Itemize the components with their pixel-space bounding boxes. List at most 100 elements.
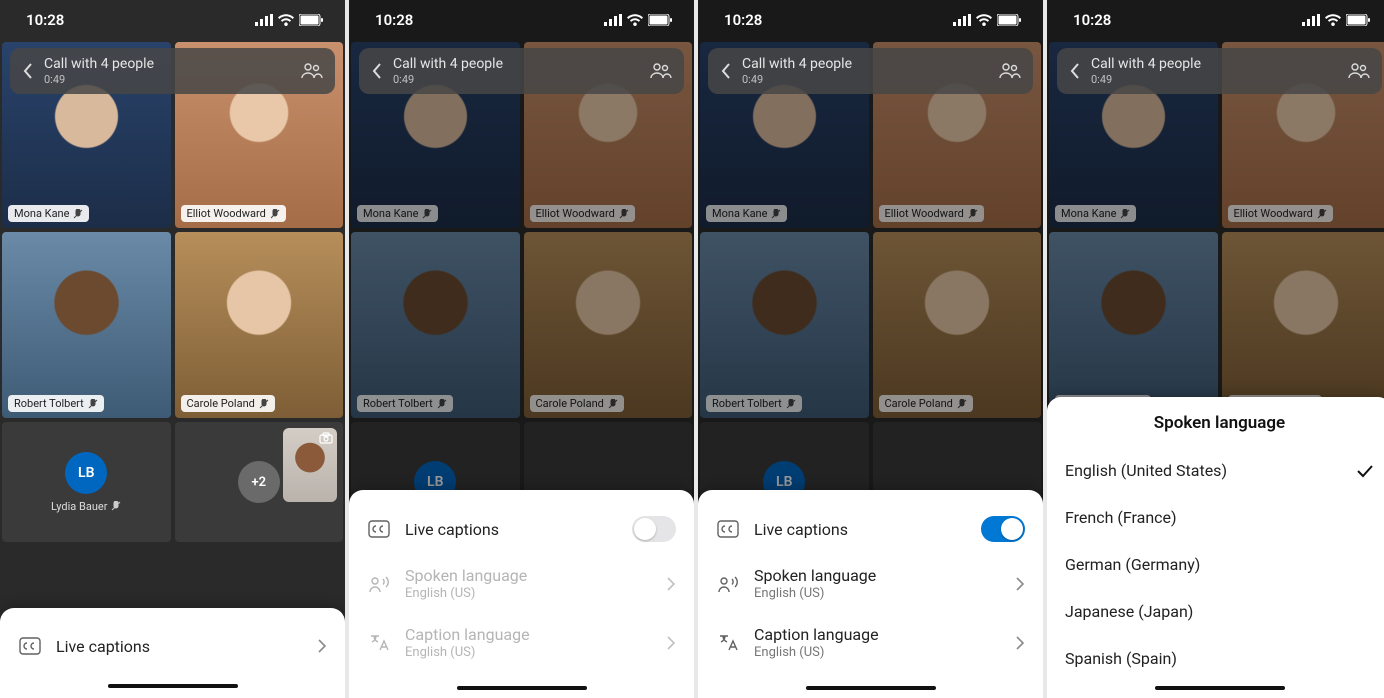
- people-icon[interactable]: [650, 62, 672, 80]
- spoken-language-sheet: Spoken language English (United States) …: [1047, 397, 1384, 698]
- participant-badge: Elliot Woodward: [181, 205, 286, 222]
- call-duration: 0:49: [1091, 73, 1348, 86]
- mic-off-icon: [786, 399, 796, 409]
- participant-name: Lydia Bauer: [51, 500, 107, 513]
- mic-off-icon: [608, 399, 618, 409]
- call-header: Call with 4 people 0:49: [10, 48, 335, 94]
- caption-language-row[interactable]: Caption language English (US): [698, 613, 1043, 672]
- screen-captions-settings-on: 10:28 Call with 4 people 0:49 Mona Kane …: [698, 0, 1043, 698]
- spoken-language-label: Spoken language: [405, 566, 652, 585]
- participant-badge: Carole Poland: [879, 395, 973, 412]
- spoken-language-row[interactable]: Spoken language English (US): [698, 554, 1043, 613]
- signal-icon: [255, 14, 273, 26]
- participant-badge: Mona Kane: [357, 205, 438, 222]
- participant-badge: Mona Kane: [1055, 205, 1136, 222]
- signal-icon: [1302, 14, 1320, 26]
- translate-icon: [717, 633, 739, 653]
- clock-time: 10:28: [375, 11, 413, 29]
- mic-off-icon: [259, 399, 269, 409]
- battery-icon: [1346, 14, 1370, 26]
- people-icon[interactable]: [1348, 62, 1370, 80]
- live-captions-toggle-row[interactable]: Live captions: [698, 504, 1043, 554]
- audio-tile[interactable]: LB Lydia Bauer: [2, 422, 171, 542]
- live-captions-row[interactable]: Live captions: [0, 622, 345, 670]
- language-option-japanese[interactable]: Japanese (Japan): [1047, 588, 1384, 635]
- video-tile[interactable]: Carole Poland: [524, 232, 693, 418]
- participant-badge: Mona Kane: [706, 205, 787, 222]
- language-label: Spanish (Spain): [1065, 649, 1177, 668]
- signal-icon: [604, 14, 622, 26]
- home-indicator: [806, 686, 936, 690]
- call-header: Call with 4 people 0:49: [359, 48, 684, 94]
- battery-icon: [997, 14, 1021, 26]
- participant-badge: Robert Tolbert: [706, 395, 802, 412]
- mic-off-icon: [771, 209, 781, 219]
- participant-badge: Mona Kane: [8, 205, 89, 222]
- spoken-language-value: English (US): [405, 586, 652, 601]
- mic-off-icon: [1120, 209, 1130, 219]
- self-preview[interactable]: [283, 428, 337, 502]
- back-icon[interactable]: [22, 62, 34, 80]
- live-captions-label: Live captions: [405, 520, 618, 539]
- chevron-right-icon: [317, 638, 327, 654]
- home-indicator: [108, 684, 238, 688]
- wifi-icon: [627, 14, 643, 26]
- language-label: Japanese (Japan): [1065, 602, 1193, 621]
- spoken-language-value: English (US): [754, 586, 1001, 601]
- battery-icon: [299, 14, 323, 26]
- language-option-french[interactable]: French (France): [1047, 494, 1384, 541]
- home-indicator: [1155, 686, 1285, 690]
- mic-off-icon: [73, 209, 83, 219]
- video-tile[interactable]: Carole Poland: [175, 232, 344, 418]
- signal-icon: [953, 14, 971, 26]
- people-icon[interactable]: [999, 62, 1021, 80]
- language-option-german[interactable]: German (Germany): [1047, 541, 1384, 588]
- chevron-right-icon: [666, 576, 676, 592]
- call-title: Call with 4 people: [1091, 56, 1348, 73]
- language-option-english-us[interactable]: English (United States): [1047, 447, 1384, 494]
- caption-language-value: English (US): [754, 645, 1001, 660]
- cc-icon: [19, 637, 41, 655]
- mic-off-icon: [422, 209, 432, 219]
- call-title: Call with 4 people: [742, 56, 999, 73]
- back-icon[interactable]: [1069, 62, 1081, 80]
- video-tile[interactable]: Robert Tolbert: [1049, 232, 1218, 418]
- mic-off-icon: [88, 399, 98, 409]
- caption-language-value: English (US): [405, 645, 652, 660]
- live-captions-label: Live captions: [754, 520, 967, 539]
- captions-settings-sheet: Live captions Spoken language English (U…: [349, 490, 694, 698]
- participant-badge: Robert Tolbert: [357, 395, 453, 412]
- participant-badge: Elliot Woodward: [1228, 205, 1333, 222]
- mic-off-icon: [111, 501, 121, 511]
- live-captions-label: Live captions: [56, 637, 303, 656]
- video-tile[interactable]: Carole Poland: [873, 232, 1042, 418]
- video-tile[interactable]: Robert Tolbert: [351, 232, 520, 418]
- camera-icon: [319, 432, 333, 444]
- back-icon[interactable]: [720, 62, 732, 80]
- chevron-right-icon: [1015, 635, 1025, 651]
- speaking-icon: [368, 574, 390, 594]
- overflow-tile[interactable]: +2: [175, 422, 344, 542]
- people-icon[interactable]: [301, 62, 323, 80]
- status-bar: 10:28: [0, 0, 345, 40]
- mic-off-icon: [437, 399, 447, 409]
- video-tile[interactable]: Robert Tolbert: [2, 232, 171, 418]
- language-label: German (Germany): [1065, 555, 1200, 574]
- overflow-badge: +2: [238, 461, 280, 503]
- screen-live-captions-entry: 10:28 Call with 4 people 0:49 Mona Kane …: [0, 0, 345, 698]
- video-tile[interactable]: Robert Tolbert: [700, 232, 869, 418]
- status-bar: 10:28: [698, 0, 1043, 40]
- call-duration: 0:49: [742, 73, 999, 86]
- captions-toggle-off[interactable]: [632, 516, 676, 542]
- captions-toggle-on[interactable]: [981, 516, 1025, 542]
- home-indicator: [457, 686, 587, 690]
- cc-icon: [717, 520, 739, 538]
- participant-badge: Carole Poland: [530, 395, 624, 412]
- call-duration: 0:49: [44, 73, 301, 86]
- language-option-spanish[interactable]: Spanish (Spain): [1047, 635, 1384, 682]
- status-bar: 10:28: [1047, 0, 1384, 40]
- back-icon[interactable]: [371, 62, 383, 80]
- caption-language-label: Caption language: [405, 625, 652, 644]
- live-captions-toggle-row[interactable]: Live captions: [349, 504, 694, 554]
- video-tile[interactable]: Carole Poland: [1222, 232, 1384, 418]
